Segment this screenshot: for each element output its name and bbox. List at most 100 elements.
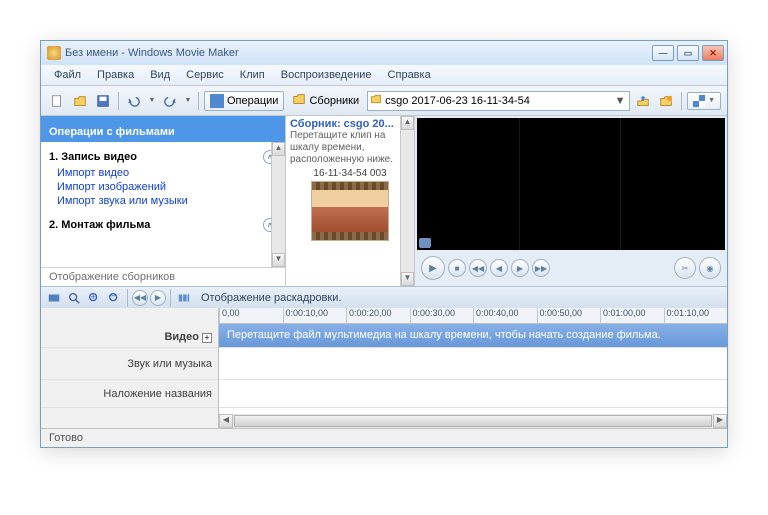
menu-edit[interactable]: Правка	[90, 67, 141, 83]
audio-track[interactable]	[219, 348, 727, 380]
timeline-body[interactable]: 0,00 0:00:10,00 0:00:20,00 0:00:30,00 0:…	[219, 308, 727, 428]
tick: 0:00:40,00	[473, 308, 537, 323]
menu-tools[interactable]: Сервис	[179, 67, 231, 83]
tasks-footer: Отображение сборников	[41, 267, 285, 286]
open-button[interactable]	[70, 91, 90, 111]
video-track[interactable]: Перетащите файл мультимедиа на шкалу вре…	[219, 324, 727, 348]
tl-play-button[interactable]: ▶	[150, 290, 166, 306]
forward-button[interactable]: ▶	[511, 259, 529, 277]
split-button[interactable]: ✂	[674, 257, 696, 279]
tick: 0:00:30,00	[410, 308, 474, 323]
timeline-view-button[interactable]	[45, 289, 63, 307]
collection-header: Сборник: csgo 20...	[290, 118, 410, 130]
zoom-out-button[interactable]: −	[105, 289, 123, 307]
storyboard-label[interactable]: Отображение раскадровки.	[201, 292, 341, 304]
tick: 0:00:10,00	[283, 308, 347, 323]
section-capture-label: 1. Запись видео	[49, 151, 137, 163]
status-bar: Готово	[41, 428, 727, 447]
menu-view[interactable]: Вид	[143, 67, 177, 83]
app-icon	[47, 46, 61, 60]
scroll-up-icon[interactable]: ▲	[401, 116, 414, 130]
scroll-left-icon[interactable]: ◀	[219, 414, 233, 428]
close-button[interactable]: ✕	[702, 45, 724, 61]
undo-button[interactable]	[124, 91, 144, 111]
tasks-toggle-label: Операции	[227, 95, 278, 107]
view-mode-button[interactable]: ▼	[687, 92, 721, 110]
track-labels: Видео + Звук или музыка Наложение назван…	[41, 308, 219, 428]
folder-icon	[370, 93, 382, 108]
tick: 0,00	[219, 308, 283, 323]
folder-icon	[292, 92, 306, 109]
scroll-up-icon[interactable]: ▲	[272, 142, 285, 156]
preview-pane: ▶ ■ ◀◀ ◀ ▶ ▶▶ ✂ ◉	[415, 116, 727, 286]
scroll-right-icon[interactable]: ▶	[713, 414, 727, 428]
collection-combo-value: csgo 2017-06-23 16-11-34-54	[385, 95, 610, 107]
next-button[interactable]: ▶▶	[532, 259, 550, 277]
svg-text:+: +	[90, 291, 96, 302]
clip-name: 16-11-34-54 003	[290, 168, 410, 179]
tick: 0:01:00,00	[600, 308, 664, 323]
tasks-pane: Операции с фильмами 1. Запись видео ˄ Им…	[41, 116, 285, 286]
separator	[127, 289, 128, 307]
scroll-down-icon[interactable]: ▼	[401, 272, 414, 286]
title-track[interactable]	[219, 380, 727, 408]
new-folder-button[interactable]	[656, 91, 676, 111]
section-edit: 2. Монтаж фильма ˄	[49, 218, 277, 232]
rewind-button[interactable]: ◀	[490, 259, 508, 277]
redo-dropdown-icon[interactable]: ▼	[183, 91, 193, 111]
clip-thumbnail[interactable]	[311, 181, 389, 241]
timeline-toolbar: + − ◀◀ ▶ Отображение раскадровки.	[41, 286, 727, 308]
time-ruler[interactable]: 0,00 0:00:10,00 0:00:20,00 0:00:30,00 0:…	[219, 308, 727, 324]
task-import-audio[interactable]: Импорт звука или музыки	[49, 194, 277, 208]
tasks-scrollbar[interactable]: ▲ ▼	[271, 142, 285, 267]
playback-controls: ▶ ■ ◀◀ ◀ ▶ ▶▶ ✂ ◉	[415, 250, 727, 286]
tick: 0:00:50,00	[537, 308, 601, 323]
tick: 0:00:20,00	[346, 308, 410, 323]
grid-icon	[693, 95, 705, 107]
up-level-button[interactable]	[633, 91, 653, 111]
chevron-down-icon[interactable]: ▼	[613, 95, 627, 107]
zoom-in-button[interactable]: +	[85, 289, 103, 307]
undo-dropdown-icon[interactable]: ▼	[147, 91, 157, 111]
scroll-thumb[interactable]	[234, 415, 712, 427]
scroll-down-icon[interactable]: ▼	[272, 253, 285, 267]
zoom-tool-button[interactable]	[65, 289, 83, 307]
section-capture: 1. Запись видео ˄	[49, 150, 277, 164]
timeline-hscroll[interactable]: ◀ ▶	[219, 414, 727, 428]
titlebar[interactable]: Без имени - Windows Movie Maker — ▭ ✕	[41, 41, 727, 65]
track-label-title: Наложение названия	[41, 380, 218, 408]
stop-button[interactable]: ■	[448, 259, 466, 277]
video-track-hint: Перетащите файл мультимедиа на шкалу вре…	[227, 329, 661, 341]
separator	[681, 92, 682, 110]
storyboard-button[interactable]	[175, 289, 193, 307]
app-window: Без имени - Windows Movie Maker — ▭ ✕ Фа…	[40, 40, 728, 448]
collections-toggle-label: Сборники	[309, 95, 359, 107]
menu-help[interactable]: Справка	[381, 67, 438, 83]
task-import-pictures[interactable]: Импорт изображений	[49, 180, 277, 194]
task-import-video[interactable]: Импорт видео	[49, 166, 277, 180]
collection-combo[interactable]: csgo 2017-06-23 16-11-34-54 ▼	[367, 91, 630, 111]
snapshot-button[interactable]: ◉	[699, 257, 721, 279]
maximize-button[interactable]: ▭	[677, 45, 699, 61]
menu-clip[interactable]: Клип	[233, 67, 272, 83]
save-button[interactable]	[93, 91, 113, 111]
tl-rewind-button[interactable]: ◀◀	[132, 290, 148, 306]
play-button[interactable]: ▶	[421, 256, 445, 280]
section-edit-label: 2. Монтаж фильма	[49, 219, 150, 231]
collection-scrollbar[interactable]: ▲ ▼	[400, 116, 414, 286]
main-area: Операции с фильмами 1. Запись видео ˄ Им…	[41, 116, 727, 286]
minimize-button[interactable]: —	[652, 45, 674, 61]
menu-play[interactable]: Воспроизведение	[274, 67, 379, 83]
menu-file[interactable]: Файл	[47, 67, 88, 83]
collections-toggle-button[interactable]: Сборники	[287, 90, 364, 111]
preview-monitor	[417, 118, 725, 250]
prev-button[interactable]: ◀◀	[469, 259, 487, 277]
expand-icon[interactable]: +	[202, 333, 212, 343]
chevron-down-icon: ▼	[708, 97, 715, 104]
tasks-toggle-button[interactable]: Операции	[204, 91, 284, 111]
separator	[118, 92, 119, 110]
seek-handle[interactable]	[419, 238, 431, 248]
new-button[interactable]	[47, 91, 67, 111]
redo-button[interactable]	[160, 91, 180, 111]
video-label: Видео	[164, 331, 199, 343]
